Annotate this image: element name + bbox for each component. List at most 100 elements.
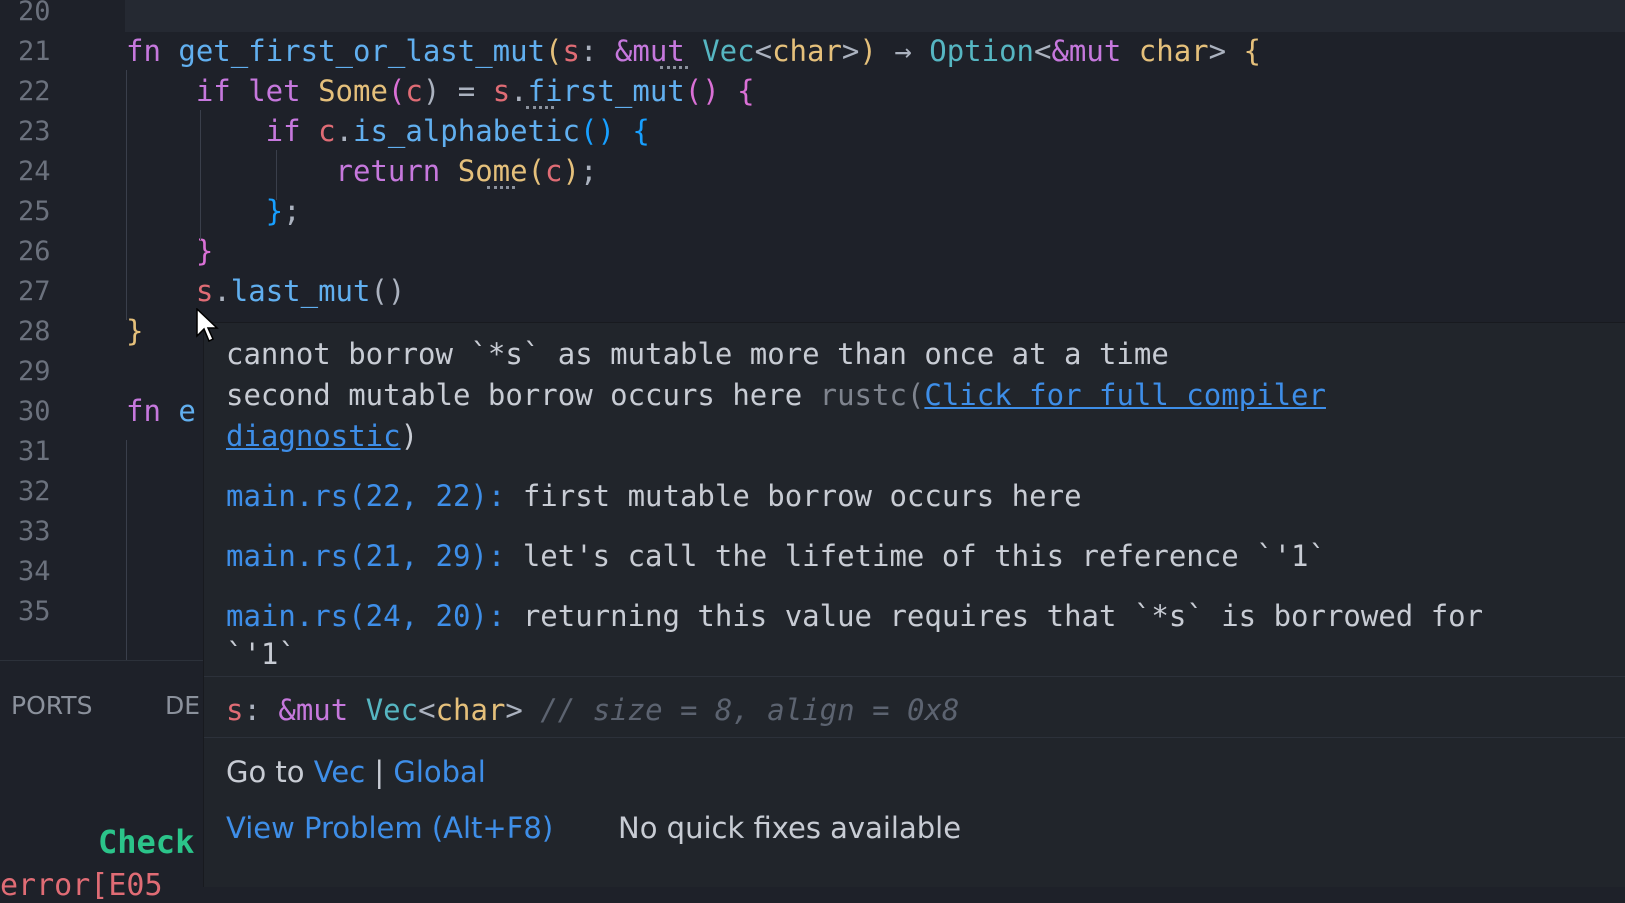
code-token: ( (545, 34, 563, 68)
code-token: if let (126, 74, 319, 108)
terminal-check-text: Check (98, 823, 195, 861)
code-text: return Some(c); (126, 151, 598, 192)
related-text: let's call the lifetime of this referenc… (505, 539, 1326, 573)
goto-global-link[interactable]: Global (393, 755, 486, 789)
goto-vec-link[interactable]: Vec (314, 755, 365, 789)
line-number: 20 (18, 0, 51, 27)
compiler-diagnostic-link-cont[interactable]: diagnostic (226, 419, 401, 453)
line-number: 29 (18, 356, 51, 387)
code-token: char (1138, 34, 1209, 68)
code-line[interactable]: 24 return Some(c); (0, 151, 1625, 192)
related-info-item[interactable]: main.rs(24, 20): returning this value re… (226, 596, 1483, 637)
line-number: 23 (18, 116, 51, 147)
divider (204, 676, 1625, 677)
status-actions: View Problem (Alt+F8) No quick fixes ava… (204, 798, 1625, 887)
code-token: e (178, 394, 196, 428)
code-token: { (1243, 34, 1262, 68)
related-info-item[interactable]: main.rs(21, 29): let's call the lifetime… (226, 536, 1326, 577)
divider (204, 737, 1625, 738)
code-line[interactable]: 22 if let Some(c) = s.first_mut() { (0, 71, 1625, 112)
code-token: } (126, 314, 144, 348)
code-token: . (335, 114, 353, 148)
line-number: 21 (18, 36, 51, 67)
code-line[interactable]: 23 if c.is_alphabetic() { (0, 111, 1625, 152)
indent-guide (276, 150, 277, 200)
indent-guide (126, 70, 127, 320)
error-source: rustc( (819, 378, 925, 412)
line-number: 27 (18, 276, 51, 307)
line-number: 25 (18, 196, 51, 227)
line-number: 31 (18, 436, 51, 467)
code-token: c (318, 114, 336, 148)
code-token: if (126, 114, 319, 148)
compiler-diagnostic-link[interactable]: Click for full compiler (924, 378, 1326, 412)
view-problem-button[interactable]: View Problem (Alt+F8) (226, 811, 553, 845)
hint-dots (660, 62, 688, 69)
code-token: > (1208, 34, 1244, 68)
indent-guide (126, 440, 127, 660)
code-token: → (894, 34, 930, 68)
code-token: &mut (1051, 34, 1139, 68)
close-paren: ) (400, 419, 419, 453)
hint-dots (526, 102, 554, 109)
error-message: cannot borrow `*s` as mutable more than … (226, 337, 1169, 371)
related-location: main.rs(22, 22): (226, 479, 506, 513)
code-token: ( (387, 74, 406, 108)
line-number: 30 (18, 396, 51, 427)
code-token: () { (579, 114, 650, 148)
line-number: 32 (18, 476, 51, 507)
code-token: () (370, 274, 406, 308)
tab-debug[interactable]: DE (165, 691, 200, 720)
code-token: fn (126, 34, 179, 68)
code-token: c (545, 154, 563, 188)
code-line[interactable]: 21 fn get_first_or_last_mut(s: &mut Vec<c… (0, 31, 1625, 72)
code-token: () (684, 74, 738, 108)
code-text: s.last_mut() (126, 271, 406, 312)
line-number: 26 (18, 236, 51, 267)
code-token: s (492, 74, 511, 108)
code-token: ) (859, 34, 895, 68)
code-text: if c.is_alphabetic() { (126, 111, 650, 152)
code-line[interactable]: 26 } (0, 231, 1625, 272)
code-token: ; (579, 154, 598, 188)
related-text: first mutable borrow occurs here (505, 479, 1082, 513)
indent-guide (200, 110, 201, 240)
code-token: s (126, 274, 214, 308)
related-info-item[interactable]: main.rs(22, 22): first mutable borrow oc… (226, 476, 1082, 517)
code-token: . (510, 74, 528, 108)
line-number: 24 (18, 156, 51, 187)
code-text: }; (126, 191, 301, 232)
code-token: s (562, 34, 580, 68)
code-line[interactable]: 27 s.last_mut() (0, 271, 1625, 312)
goto-separator: | (365, 755, 394, 789)
code-token: ; (283, 194, 301, 228)
code-token: char (772, 34, 842, 68)
type-signature: s: &mut Vec<char> // size = 8, align = 0… (226, 693, 960, 727)
line-number: 34 (18, 556, 51, 587)
code-token: is_alphabetic (353, 114, 580, 148)
line-number: 22 (18, 76, 51, 107)
related-text: returning this value requires that `*s` … (505, 599, 1484, 633)
code-text: fn e (126, 391, 196, 432)
code-token: < (754, 34, 773, 68)
code-token: get_first_or_last_mut (178, 34, 546, 68)
code-token: Some (318, 74, 388, 108)
tab-ports[interactable]: PORTS (11, 691, 92, 720)
code-text: if let Some(c) = s.first_mut() { (126, 71, 755, 112)
code-token: ) = (422, 74, 493, 108)
code-token: : (579, 34, 615, 68)
code-token: last_mut (230, 274, 371, 308)
related-location: main.rs(24, 20): (226, 599, 506, 633)
goto-row: Go to Vec | Global (226, 755, 486, 789)
related-location: main.rs(21, 29): (226, 539, 506, 573)
code-line[interactable]: 25 }; (0, 191, 1625, 232)
code-token: &mut (614, 34, 703, 68)
code-line[interactable]: 20 (0, 0, 1625, 32)
code-text: fn get_first_or_last_mut(s: &mut Vec<cha… (126, 31, 1261, 72)
line-number: 33 (18, 516, 51, 547)
code-token: ) (562, 154, 580, 188)
code-token: c (405, 74, 423, 108)
code-token: > (841, 34, 860, 68)
goto-label: Go to (226, 755, 314, 789)
no-quick-fixes-text: No quick fixes available (618, 811, 962, 845)
